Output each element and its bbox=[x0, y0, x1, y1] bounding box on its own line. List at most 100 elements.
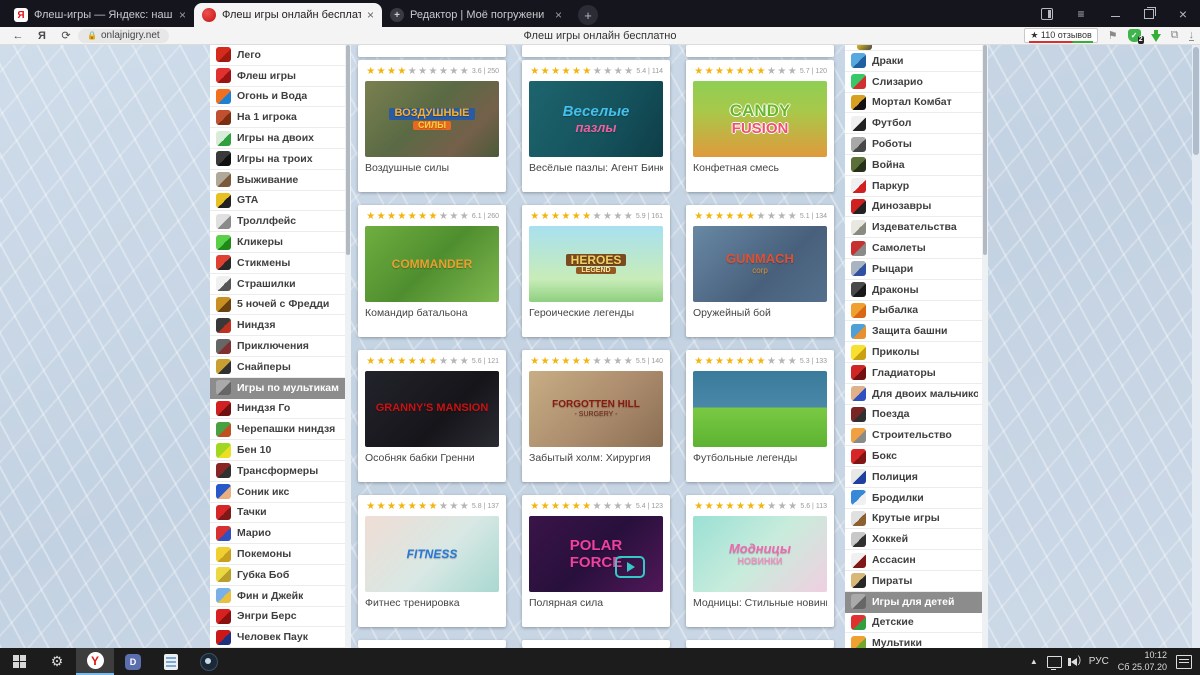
star-icon[interactable]: ★ bbox=[438, 211, 448, 222]
star-rating[interactable]: ★ ★ ★ ★ ★ ★ ★ ★ ★ ★ 5.3 | 133 bbox=[693, 355, 827, 368]
star-icon[interactable]: ★ bbox=[396, 211, 406, 222]
game-thumbnail[interactable]: FITNESS bbox=[365, 516, 499, 592]
star-icon[interactable]: ★ bbox=[581, 211, 591, 222]
restore-button[interactable] bbox=[1132, 0, 1166, 27]
new-tab-button[interactable]: + bbox=[578, 5, 598, 25]
star-icon[interactable]: ★ bbox=[571, 66, 581, 77]
collections-icon[interactable]: ⧉ bbox=[1171, 29, 1179, 42]
star-icon[interactable]: ★ bbox=[550, 211, 560, 222]
star-rating[interactable]: ★ ★ ★ ★ ★ ★ ★ ★ ★ ★ 6.1 | 260 bbox=[365, 210, 499, 223]
right-category-item[interactable]: Игры для детей bbox=[845, 591, 982, 613]
star-icon[interactable]: ★ bbox=[407, 211, 417, 222]
star-icon[interactable]: ★ bbox=[777, 501, 787, 512]
star-icon[interactable]: ★ bbox=[417, 66, 427, 77]
star-icon[interactable]: ★ bbox=[365, 356, 375, 367]
star-icon[interactable]: ★ bbox=[448, 501, 458, 512]
star-icon[interactable]: ★ bbox=[550, 501, 560, 512]
left-category-item[interactable]: Бен 10 bbox=[210, 440, 345, 461]
game-title[interactable]: Футбольные легенды bbox=[693, 452, 827, 464]
star-icon[interactable]: ★ bbox=[427, 211, 438, 222]
left-category-item[interactable]: Приключения bbox=[210, 336, 345, 357]
star-icon[interactable]: ★ bbox=[386, 66, 396, 77]
action-center-icon[interactable] bbox=[1176, 654, 1192, 669]
star-icon[interactable]: ★ bbox=[703, 356, 714, 367]
star-icon[interactable]: ★ bbox=[438, 66, 448, 77]
star-icon[interactable]: ★ bbox=[375, 356, 386, 367]
right-category-item[interactable]: Защита башни bbox=[845, 321, 982, 343]
star-rating[interactable]: ★ ★ ★ ★ ★ ★ ★ ★ ★ ★ 5.4 | 123 bbox=[529, 500, 663, 513]
star-icon[interactable]: ★ bbox=[396, 501, 406, 512]
right-category-item[interactable]: Гладиаторы bbox=[845, 363, 982, 384]
star-icon[interactable]: ★ bbox=[703, 501, 714, 512]
left-category-item[interactable]: Игры по мультикам bbox=[210, 377, 345, 399]
star-icon[interactable]: ★ bbox=[693, 501, 703, 512]
left-category-item[interactable]: Трансформеры bbox=[210, 461, 345, 482]
star-icon[interactable]: ★ bbox=[623, 356, 633, 367]
right-category-item[interactable]: Издевательства bbox=[845, 217, 982, 239]
start-button[interactable] bbox=[0, 648, 38, 675]
left-category-item[interactable]: Энгри Берс bbox=[210, 607, 345, 628]
game-title[interactable]: Воздушные силы bbox=[365, 162, 499, 174]
star-icon[interactable]: ★ bbox=[787, 356, 797, 367]
star-icon[interactable]: ★ bbox=[407, 501, 417, 512]
game-thumbnail[interactable]: HEROES LEGEND bbox=[529, 226, 663, 302]
adblock-shield-icon[interactable]: ✓ 2 bbox=[1127, 29, 1144, 44]
left-category-item[interactable]: Человек Паук bbox=[210, 627, 345, 648]
reviews-widget[interactable]: ★ 110 отзывов bbox=[1024, 28, 1098, 43]
right-category-item[interactable]: Рыбалка bbox=[845, 301, 982, 322]
star-icon[interactable]: ★ bbox=[581, 356, 591, 367]
star-icon[interactable]: ★ bbox=[581, 501, 591, 512]
star-icon[interactable]: ★ bbox=[591, 501, 602, 512]
star-icon[interactable]: ★ bbox=[365, 66, 375, 77]
browser-tab[interactable]: Я Флеш-игры — Яндекс: наш × bbox=[6, 3, 194, 27]
back-button[interactable]: ← bbox=[6, 30, 30, 42]
game-thumbnail[interactable]: FORGOTTEN HILL - SURGERY - bbox=[529, 371, 663, 447]
star-icon[interactable]: ★ bbox=[602, 211, 612, 222]
game-card[interactable]: ★ ★ ★ ★ ★ ★ ★ ★ ★ ★ 6.1 | 260 COMMANDER Командир бат… bbox=[358, 205, 506, 337]
left-category-item[interactable]: Марио bbox=[210, 523, 345, 545]
right-category-item[interactable]: Поезда bbox=[845, 405, 982, 426]
star-rating[interactable]: ★ ★ ★ ★ ★ ★ ★ ★ ★ ★ 5.6 | 121 bbox=[365, 355, 499, 368]
right-sidebar-scrollbar[interactable] bbox=[982, 45, 988, 648]
page-scrollbar[interactable] bbox=[1192, 45, 1200, 648]
right-category-item[interactable]: Полиция bbox=[845, 467, 982, 488]
star-icon[interactable]: ★ bbox=[703, 66, 714, 77]
star-icon[interactable]: ★ bbox=[766, 66, 776, 77]
game-card[interactable]: ★ ★ ★ ★ ★ ★ ★ ★ ★ ★ 5.4 | 123 POLAR FORCE Полярная си… bbox=[522, 495, 670, 627]
star-icon[interactable]: ★ bbox=[539, 356, 550, 367]
star-icon[interactable]: ★ bbox=[459, 501, 469, 512]
right-category-item[interactable]: Бродилки bbox=[845, 488, 982, 509]
taskbar-yandex-browser[interactable]: Y bbox=[76, 648, 114, 675]
game-thumbnail[interactable] bbox=[693, 371, 827, 447]
star-icon[interactable]: ★ bbox=[787, 66, 797, 77]
star-icon[interactable]: ★ bbox=[623, 211, 633, 222]
taskbar-steam[interactable] bbox=[190, 648, 228, 675]
star-icon[interactable]: ★ bbox=[735, 66, 745, 77]
game-title[interactable]: Модницы: Стильные новинки bbox=[693, 597, 827, 609]
hidden-icons-caret[interactable]: ▲ bbox=[1030, 657, 1038, 666]
star-icon[interactable]: ★ bbox=[703, 211, 714, 222]
game-thumbnail[interactable]: POLAR FORCE bbox=[529, 516, 663, 592]
star-icon[interactable]: ★ bbox=[766, 356, 776, 367]
tab-close-icon[interactable]: × bbox=[179, 8, 186, 22]
tab-close-icon[interactable]: × bbox=[555, 8, 562, 22]
left-category-item[interactable]: Снайперы bbox=[210, 357, 345, 378]
star-icon[interactable]: ★ bbox=[787, 501, 797, 512]
download-icon[interactable]: ↓ bbox=[1188, 30, 1194, 41]
game-title[interactable]: Командир батальона bbox=[365, 307, 499, 319]
right-category-item[interactable]: Драконы bbox=[845, 280, 982, 301]
game-card[interactable]: ★ ★ ★ ★ ★ ★ ★ ★ ★ ★ 3.6 | 250 ВОЗДУШНЫЕ СИЛЫ Воздушны… bbox=[358, 60, 506, 192]
star-icon[interactable]: ★ bbox=[714, 501, 724, 512]
tab-close-icon[interactable]: × bbox=[367, 8, 374, 22]
star-icon[interactable]: ★ bbox=[529, 356, 539, 367]
star-icon[interactable]: ★ bbox=[427, 501, 438, 512]
left-category-item[interactable]: Огонь и Вода bbox=[210, 87, 345, 108]
star-icon[interactable]: ★ bbox=[448, 66, 458, 77]
game-card[interactable]: ★ ★ ★ ★ ★ ★ ★ ★ ★ ★ 5.5 | 140 FORGOTTEN HILL - SURGE… bbox=[522, 350, 670, 482]
right-category-item[interactable]: Приколы bbox=[845, 342, 982, 363]
star-icon[interactable]: ★ bbox=[602, 66, 612, 77]
game-title[interactable]: Оружейный бой bbox=[693, 307, 827, 319]
left-category-item[interactable]: 5 ночей с Фредди bbox=[210, 295, 345, 316]
star-icon[interactable]: ★ bbox=[375, 66, 386, 77]
star-icon[interactable]: ★ bbox=[375, 211, 386, 222]
